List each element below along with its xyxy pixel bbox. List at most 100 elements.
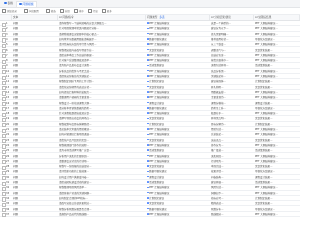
cell-value: 计划制定建议	[149, 122, 165, 126]
cell-value: 可视化方案建议...	[255, 170, 275, 174]
cell-value: 问题	[13, 196, 19, 200]
cell-ai-analysis[interactable]: 路线图分...	[210, 212, 254, 217]
cell-value: 问题	[13, 138, 19, 142]
cell-value: PPT 大纲结构建议...	[255, 43, 278, 47]
cell-value: 问题	[13, 80, 19, 84]
toolbar: 添加记录 字段配置 筛选 分组 排序 行高 更多	[0, 8, 300, 15]
cell-value: 开场需点明...	[211, 117, 226, 121]
cell-text[interactable]: 问题	[12, 212, 58, 217]
row-number[interactable]: 37	[5, 212, 12, 217]
cell-ai-result[interactable]: PPT 大纲结构建议...	[254, 212, 300, 217]
cell-ai-instruction[interactable]: 请规划产品迭代的路线图...	[58, 212, 146, 217]
cell-value: 趋势呈上升...	[211, 106, 226, 110]
cell-value: PPT 汇报结构建议	[149, 32, 170, 36]
cell-value: 活动策划结果...	[255, 64, 273, 68]
cell-value: 2	[6, 27, 8, 31]
cell-value: PPT 大纲结构建议...	[255, 69, 278, 73]
cell-value: 流程包括开场...	[211, 64, 229, 68]
header-question-type[interactable]: 问题类型 多选	[146, 15, 210, 20]
cell-value: 请总结本次复盘的经验教训...	[59, 128, 92, 131]
cell-value: PPT 汇报结构建议	[149, 154, 170, 158]
header-label: 文本	[13, 16, 19, 19]
cell-value: 请改写这段公告使其更简洁...	[59, 202, 92, 206]
tab-question-template[interactable]: 问题模板	[16, 1, 37, 7]
header-label: AI 处理后结果	[255, 16, 272, 19]
cell-value: 计划制定建议	[149, 80, 165, 84]
row-height-button[interactable]: 行高	[88, 9, 98, 13]
group-button[interactable]: 分组	[60, 9, 70, 13]
tab-table[interactable]: 表格	[2, 1, 15, 6]
cell-value: 16	[6, 101, 10, 105]
group-icon	[60, 9, 64, 13]
toolbar-label: 添加记录	[6, 10, 17, 13]
cell-value: PPT 汇报结构建议	[149, 96, 170, 100]
add-record-button[interactable]: 添加记录	[2, 9, 17, 13]
cell-value: 问题	[13, 53, 19, 57]
header-ai-analysis[interactable]: AI 分析结果/建议	[210, 15, 254, 20]
cell-value: 3	[6, 32, 8, 36]
more-button[interactable]: 更多	[102, 9, 112, 13]
cell-value: 请整理用户调研的主要发现...	[59, 96, 92, 100]
cell-value: 问题	[13, 69, 19, 73]
cell-value: 如何向管理层汇报项目进展...	[59, 133, 92, 137]
cell-value: 文案优化建议	[149, 117, 165, 121]
cell-value: 30	[6, 175, 10, 179]
cell-value: 文案优化结果...	[255, 117, 273, 121]
grid-icon	[19, 2, 22, 6]
header-ai-result[interactable]: AI 处理后结果	[254, 15, 300, 20]
cell-value: 可视化方案建议...	[255, 207, 275, 211]
cell-value: 首先需要明确...	[211, 32, 229, 36]
cell-value: 请规划产品迭代的路线图...	[59, 212, 89, 216]
header-tag: 多选	[159, 16, 165, 19]
cell-value: PPT 大纲结构建议...	[255, 32, 278, 36]
cell-value: 可视化方案建议...	[255, 37, 275, 41]
cell-value: PPT 汇报结构建议	[149, 112, 170, 116]
cell-value: 18	[6, 112, 10, 116]
cell-value: 请你帮我写一个结构清晰的方案大纲要点...	[59, 22, 107, 25]
cell-value: 计划制定建议	[149, 196, 165, 200]
cell-value: 请评估当前方案的可行性与风险...	[59, 43, 97, 47]
cell-value: PPT 汇报结构建议	[149, 22, 170, 25]
cell-value: 建议开展...	[211, 181, 224, 184]
cell-value: 问题	[13, 64, 19, 68]
cell-value: 分析竞品的优势与不足之处...	[59, 69, 92, 73]
cell-value: 8	[6, 59, 8, 63]
cell-value: 推荐使用柱状...	[211, 37, 229, 41]
header-label: AI 分析结果/建议	[211, 16, 231, 19]
cell-value: 文案优化建议	[149, 48, 165, 52]
cell-value: 问题	[13, 117, 19, 121]
sort-button[interactable]: 排序	[74, 9, 84, 13]
cell-value: PPT 汇报结构建议	[149, 75, 170, 78]
header-ai-instruction[interactable]: AI 问题/指令	[58, 15, 146, 20]
table-row[interactable]: 37 问题 请规划产品迭代的路线图... PPT 汇报结构建议 路线图分... PPT 大…	[0, 212, 300, 218]
cell-value: 请为新产品发布会设计流程...	[59, 64, 92, 68]
cell-value: 开头简明...	[211, 85, 224, 89]
cell-question-type[interactable]: PPT 汇报结构建议	[146, 212, 210, 217]
cell-value: 问题	[13, 212, 19, 216]
cell-value: PPT 大纲结构建议...	[255, 53, 278, 57]
cell-value: 活动策划建议	[149, 181, 165, 184]
cell-value: 问题	[13, 112, 19, 116]
cell-value: 数据可视化建议	[149, 106, 167, 110]
cell-value: 针对客户反馈整理改进清单...	[59, 59, 92, 63]
cell-value: PPT 汇报结构建议	[149, 128, 170, 131]
field-config-button[interactable]: 字段配置	[24, 9, 39, 13]
cell-value: 文案优化结果...	[255, 85, 273, 89]
header-text[interactable]: 文本	[12, 15, 58, 20]
tab-label: 问题模板	[22, 2, 34, 6]
filter-button[interactable]: 筛选	[46, 9, 56, 13]
filter-icon	[46, 9, 50, 13]
cell-value: 请撰写项目启动会的开场白...	[59, 117, 92, 121]
toolbar-label: 筛选	[50, 10, 56, 13]
cell-value: 问题	[13, 186, 19, 190]
cell-value: 问题	[13, 159, 19, 163]
cell-value: PPT 大纲结构建议...	[255, 112, 278, 116]
cell-value: 关键结论有...	[211, 75, 226, 78]
cell-value: 如何制定合理的KPI指标...	[59, 196, 88, 200]
cell-value: 34	[6, 196, 10, 200]
cell-value: 如何设计用户满意度问卷...	[59, 175, 89, 179]
cell-value: 帮我分析预算分配是否合理...	[59, 207, 92, 211]
cell-value: 分析用户流失的主要原因...	[59, 154, 89, 158]
cell-value: PPT 汇报结构建议	[149, 186, 170, 190]
header-checkbox[interactable]	[0, 15, 12, 20]
